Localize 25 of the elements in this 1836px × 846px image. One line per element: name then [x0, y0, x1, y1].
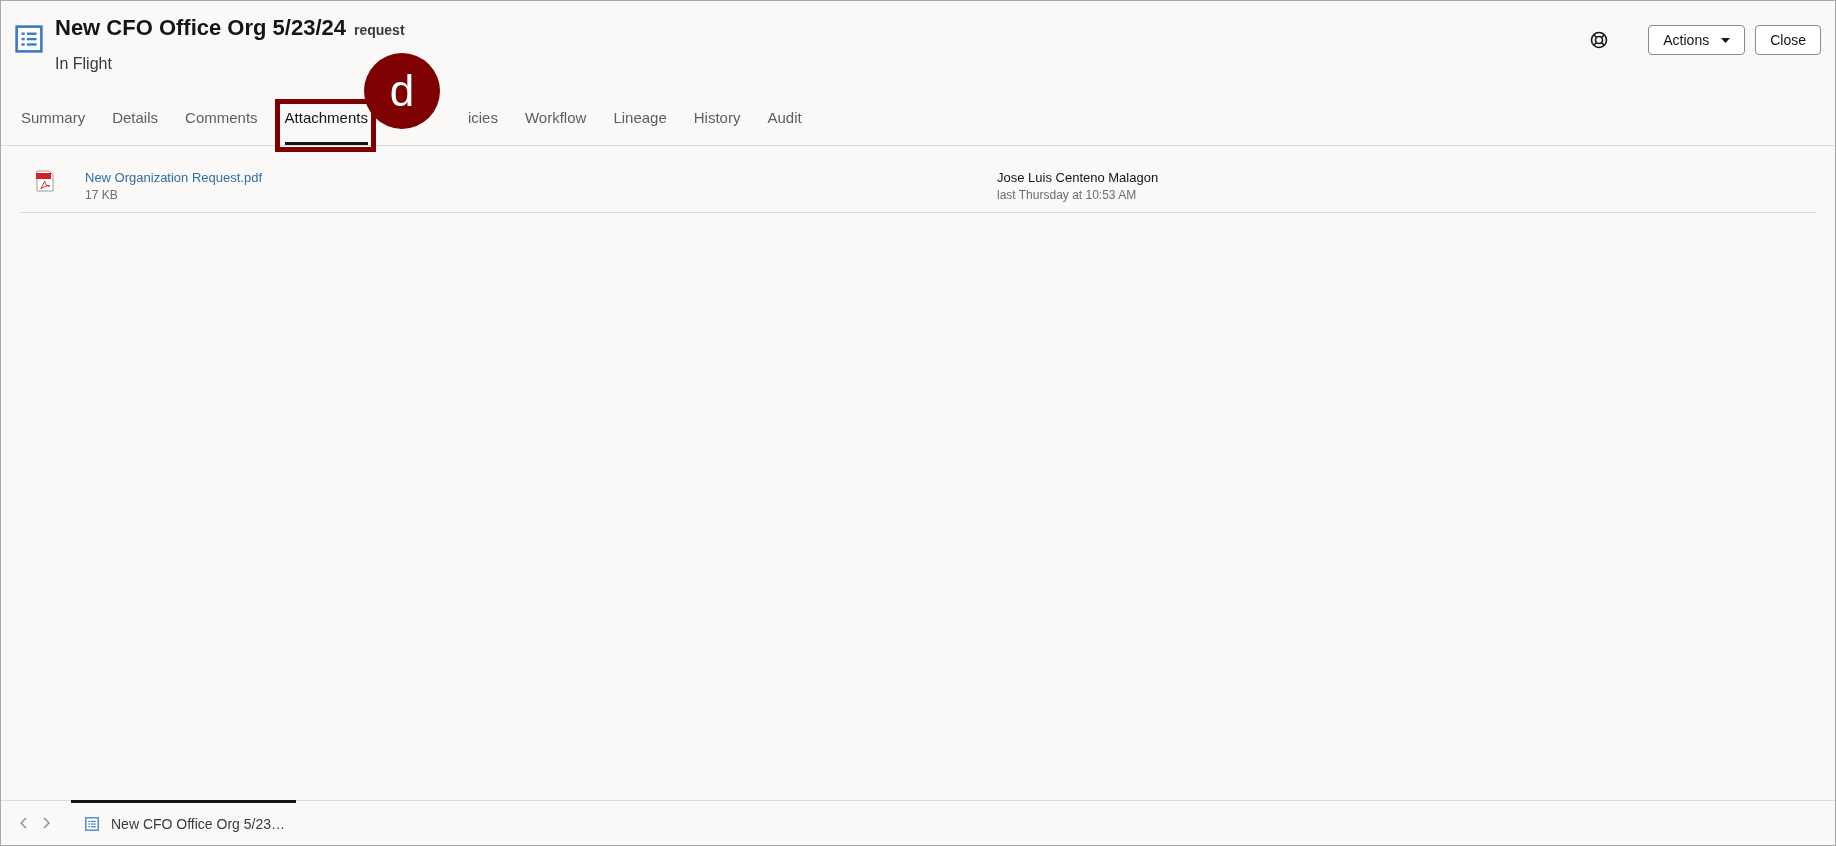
page-subtitle: request	[354, 22, 405, 38]
page-title: New CFO Office Org 5/23/24	[55, 15, 346, 41]
tab[interactable]: icies	[467, 95, 498, 145]
tab[interactable]: Comments	[185, 95, 258, 145]
file-size: 17 KB	[85, 188, 119, 202]
tab[interactable]: Lineage	[613, 95, 667, 145]
chevron-left-icon	[19, 816, 27, 829]
close-button[interactable]: Close	[1755, 25, 1821, 55]
chevron-right-icon	[43, 816, 51, 829]
list-icon	[15, 25, 43, 53]
actions-menu-button[interactable]: Actions	[1648, 25, 1746, 55]
upload-time: last Thursday at 10:53 AM	[997, 188, 1138, 202]
file-link[interactable]: New Organization Request.pdf	[85, 170, 997, 185]
tab[interactable]: Workflow	[524, 95, 587, 145]
document-tab[interactable]: New CFO Office Org 5/23…	[71, 800, 296, 844]
uploader-name: Jose Luis Centeno Malagon	[997, 170, 1159, 185]
tab[interactable]: History	[693, 95, 741, 145]
status-text: In Flight	[55, 55, 113, 73]
help-icon[interactable]	[1590, 31, 1609, 49]
pdf-file-icon	[36, 170, 54, 192]
caret-icon	[1721, 37, 1731, 43]
tab[interactable]: Audit	[767, 95, 802, 145]
list-icon	[85, 816, 99, 831]
tab[interactable]: Details	[112, 95, 159, 145]
tab[interactable]: Summary	[21, 95, 86, 145]
